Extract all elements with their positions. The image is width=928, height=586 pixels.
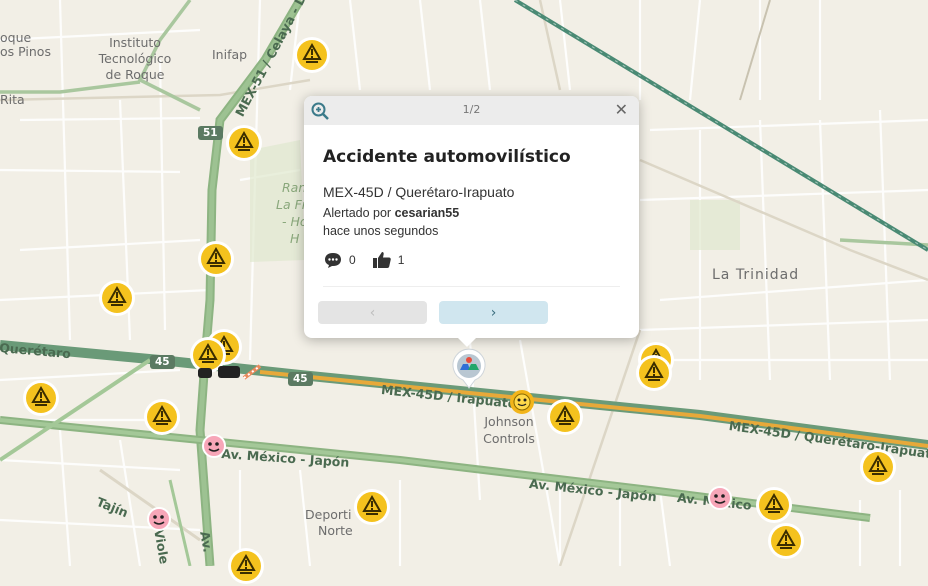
popup-pointer xyxy=(458,338,476,347)
alert-time-ago: hace unos segundos xyxy=(323,224,439,238)
comments-count: 0 xyxy=(349,253,356,267)
hazard-alert-icon[interactable] xyxy=(292,35,332,75)
hazard-alert-icon[interactable] xyxy=(196,239,236,279)
comment-icon[interactable] xyxy=(323,250,343,270)
highway-shield-51: 51 xyxy=(198,126,223,140)
place-label-deportiva-2: Norte xyxy=(318,523,353,538)
next-alert-button[interactable]: › xyxy=(439,301,548,324)
alert-popup: 1/2 ✕ Accidente automovilístico MEX-45D … xyxy=(304,96,639,347)
hazard-alert-icon[interactable] xyxy=(545,397,585,437)
alert-stats: 0 1 xyxy=(323,250,420,270)
alert-route: MEX-45D / Querétaro-Irapuato xyxy=(323,184,515,200)
hazard-alert-icon[interactable] xyxy=(21,378,61,418)
place-label-instituto-2: Tecnológico xyxy=(98,51,172,66)
hazard-alert-icon[interactable] xyxy=(97,278,137,318)
thumbs-up-icon[interactable] xyxy=(372,250,392,270)
highway-shield-45: 45 xyxy=(150,355,175,369)
thumbs-count: 1 xyxy=(397,253,405,267)
reporter-prefix: Alertado por xyxy=(323,206,395,220)
place-label-rita: Rita xyxy=(0,92,25,107)
place-label-johnson-1: Johnson xyxy=(484,414,534,429)
place-label-rancho-1: Ran xyxy=(282,180,307,195)
place-label-los-pinos: os Pinos xyxy=(0,44,51,59)
place-label-rancho-4: H xyxy=(290,231,300,246)
reporter-name[interactable]: cesarian55 xyxy=(395,206,460,220)
hazard-alert-icon[interactable] xyxy=(766,521,806,561)
place-label-instituto-1: Instituto xyxy=(109,35,161,50)
hazard-alert-icon[interactable] xyxy=(352,487,392,527)
place-label-instituto-3: de Roque xyxy=(105,67,165,82)
hazard-alert-icon[interactable] xyxy=(754,485,794,525)
wazer-icon[interactable] xyxy=(200,433,228,461)
place-label-inifap: Inifap xyxy=(212,47,248,62)
wazer-icon[interactable] xyxy=(706,485,734,513)
place-label-johnson-2: Controls xyxy=(483,431,535,446)
alert-reporter: Alertado por cesarian55 xyxy=(323,206,459,220)
wazer-sunflower-icon[interactable] xyxy=(508,388,536,416)
close-icon[interactable]: ✕ xyxy=(615,100,628,119)
place-label-deportiva-1: Deporti xyxy=(305,507,352,522)
place-label-roque: oque xyxy=(0,30,32,45)
highway-shield-45-b: 45 xyxy=(288,372,313,386)
hazard-alert-icon[interactable] xyxy=(226,546,266,586)
popup-header: 1/2 ✕ xyxy=(304,96,639,125)
place-label-rancho-2: La Fr xyxy=(276,197,307,212)
wazer-icon[interactable] xyxy=(145,506,173,534)
hazard-alert-icon[interactable] xyxy=(634,353,674,393)
hazard-alert-icon[interactable] xyxy=(858,447,898,487)
hazard-alert-icon[interactable] xyxy=(142,397,182,437)
place-label-la-trinidad: La Trinidad xyxy=(712,267,800,283)
accident-pin-icon[interactable] xyxy=(451,348,487,390)
popup-divider xyxy=(323,286,620,287)
previous-alert-button[interactable]: ‹ xyxy=(318,301,427,324)
hazard-alert-icon[interactable] xyxy=(224,123,264,163)
traffic-jam-icon[interactable] xyxy=(194,360,264,384)
popup-pager: 1/2 xyxy=(462,103,481,116)
alert-title: Accidente automovilístico xyxy=(323,147,571,167)
